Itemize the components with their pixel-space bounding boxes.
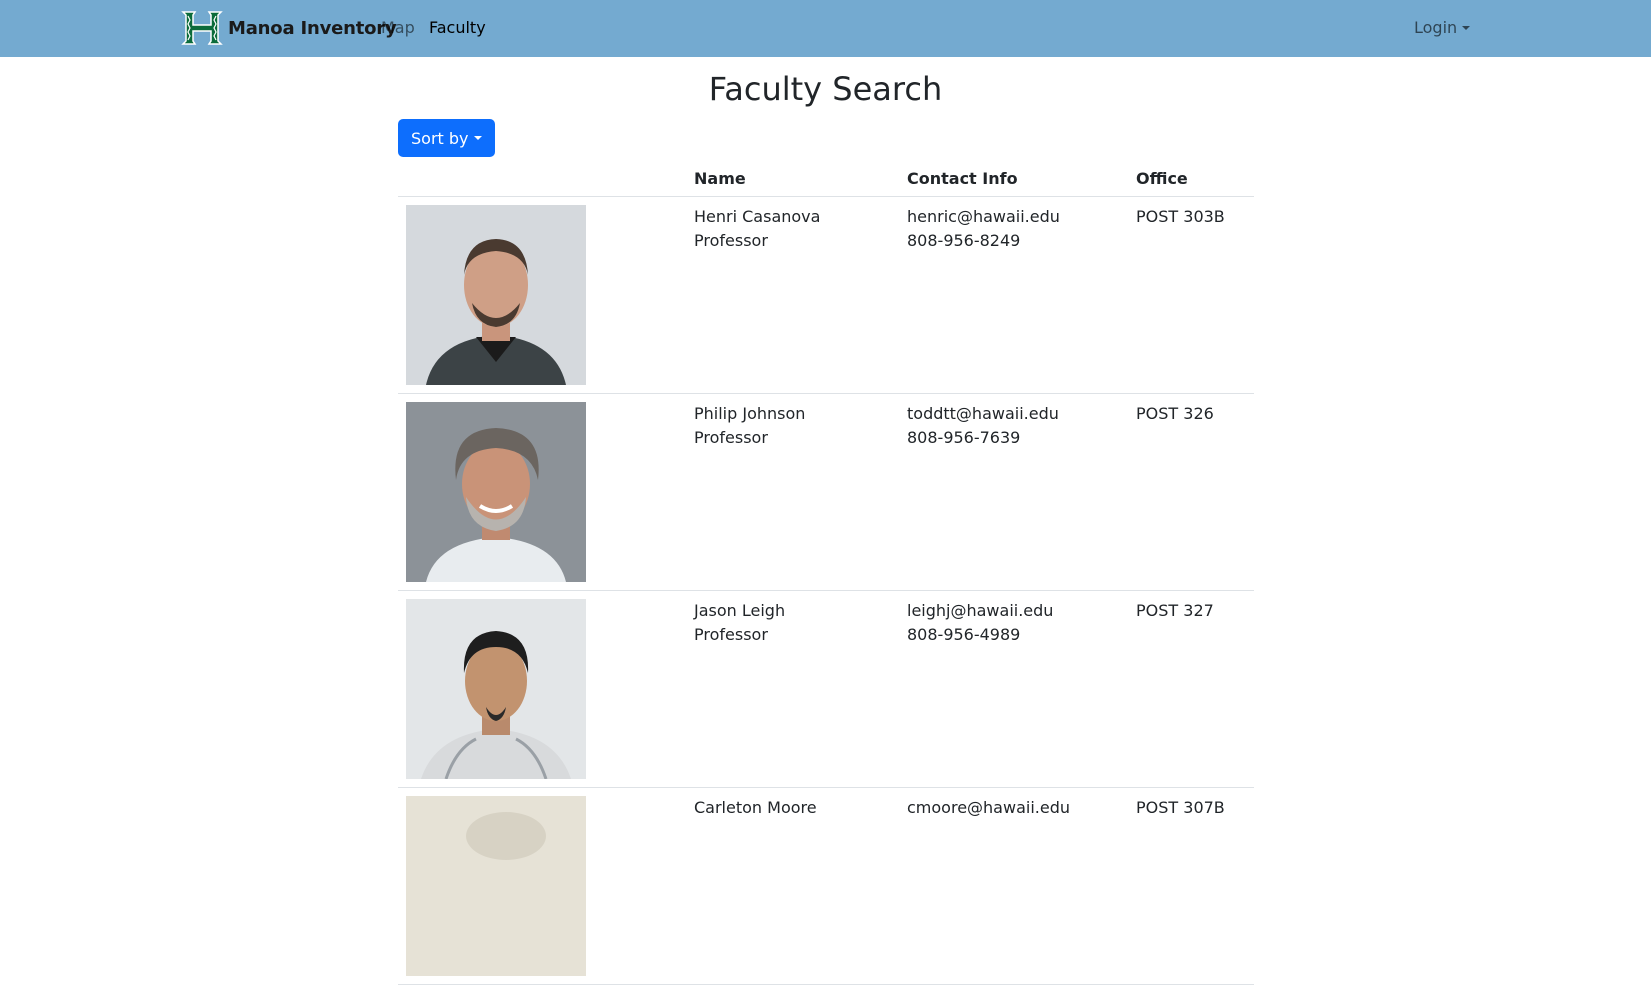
- table-row: Philip Johnson Professor toddtt@hawaii.e…: [398, 393, 1254, 591]
- table-header-row: Name Contact Info Office: [398, 160, 1254, 197]
- faculty-title: Professor: [694, 625, 768, 644]
- office-cell: POST 326: [1128, 393, 1254, 591]
- faculty-table: Name Contact Info Office Henri Casanova: [398, 160, 1254, 985]
- table-row: Carleton Moore cmoore@hawaii.edu POST 30…: [398, 787, 1254, 985]
- login-label: Login: [1414, 18, 1458, 37]
- sort-by-label: Sort by: [411, 128, 469, 148]
- login-dropdown[interactable]: Login: [1414, 18, 1471, 37]
- name-cell: Jason Leigh Professor: [686, 590, 899, 788]
- contact-cell: toddtt@hawaii.edu 808-956-7639: [899, 393, 1128, 591]
- caret-down-icon: [1462, 25, 1471, 30]
- faculty-title: Professor: [694, 231, 768, 250]
- photo-cell: [398, 787, 686, 985]
- faculty-photo: [406, 205, 586, 385]
- faculty-photo: [406, 796, 586, 976]
- table-row: Jason Leigh Professor leighj@hawaii.edu …: [398, 590, 1254, 788]
- table-row: Henri Casanova Professor henric@hawaii.e…: [398, 196, 1254, 394]
- contact-cell: leighj@hawaii.edu 808-956-4989: [899, 590, 1128, 788]
- brand-link[interactable]: Manoa Inventory: [180, 8, 397, 48]
- faculty-phone: 808-956-7639: [907, 428, 1021, 447]
- office-cell: POST 307B: [1128, 787, 1254, 985]
- header-photo: [398, 160, 686, 197]
- faculty-email: henric@hawaii.edu: [907, 207, 1060, 226]
- faculty-email: toddtt@hawaii.edu: [907, 404, 1059, 423]
- uh-h-logo-icon: [181, 11, 223, 45]
- contact-cell: henric@hawaii.edu 808-956-8249: [899, 196, 1128, 394]
- photo-cell: [398, 196, 686, 394]
- faculty-email: leighj@hawaii.edu: [907, 601, 1054, 620]
- photo-cell: [398, 393, 686, 591]
- top-navbar: Manoa Inventory Map Faculty Login: [0, 0, 1651, 57]
- office-cell: POST 327: [1128, 590, 1254, 788]
- faculty-name: Jason Leigh: [694, 601, 786, 620]
- faculty-photo: [406, 402, 586, 582]
- brand-name: Manoa Inventory: [228, 17, 397, 39]
- faculty-office: POST 303B: [1136, 207, 1225, 226]
- faculty-title: Professor: [694, 428, 768, 447]
- page-title: Faculty Search: [708, 70, 943, 108]
- faculty-name: Henri Casanova: [694, 207, 821, 226]
- faculty-office: POST 307B: [1136, 798, 1225, 817]
- header-contact: Contact Info: [899, 160, 1128, 197]
- name-cell: Carleton Moore: [686, 787, 899, 985]
- faculty-email: cmoore@hawaii.edu: [907, 798, 1070, 817]
- header-office: Office: [1128, 160, 1254, 197]
- header-name: Name: [686, 160, 899, 197]
- name-cell: Henri Casanova Professor: [686, 196, 899, 394]
- sort-by-button[interactable]: Sort by: [398, 119, 495, 157]
- caret-down-icon: [473, 136, 482, 140]
- faculty-office: POST 326: [1136, 404, 1214, 423]
- office-cell: POST 303B: [1128, 196, 1254, 394]
- name-cell: Philip Johnson Professor: [686, 393, 899, 591]
- contact-cell: cmoore@hawaii.edu: [899, 787, 1128, 985]
- faculty-photo: [406, 599, 586, 779]
- photo-cell: [398, 590, 686, 788]
- nav-link-faculty[interactable]: Faculty: [429, 18, 486, 37]
- faculty-office: POST 327: [1136, 601, 1214, 620]
- faculty-phone: 808-956-8249: [907, 231, 1021, 250]
- faculty-name: Philip Johnson: [694, 404, 806, 423]
- nav-link-map[interactable]: Map: [381, 18, 415, 37]
- faculty-phone: 808-956-4989: [907, 625, 1021, 644]
- faculty-name: Carleton Moore: [694, 798, 817, 817]
